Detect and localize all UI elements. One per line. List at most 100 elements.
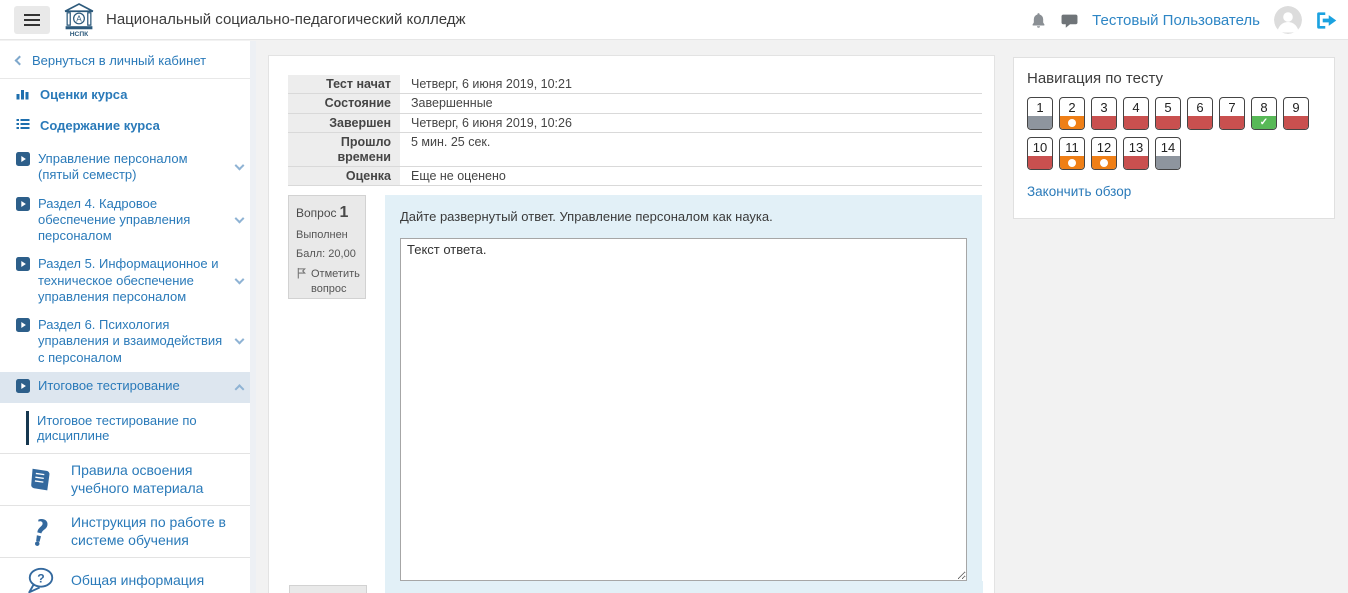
question-nav-number: 10 bbox=[1028, 138, 1052, 156]
question-nav-number: 3 bbox=[1092, 98, 1116, 116]
question-number: Вопрос1 bbox=[296, 204, 358, 222]
logout-icon[interactable] bbox=[1316, 11, 1338, 30]
course-sections-list: Управление персоналом (пятый семестр) Ра… bbox=[0, 145, 256, 403]
question-nav-button[interactable]: 10 bbox=[1027, 137, 1053, 170]
sidebar-item-label: Общая информация bbox=[71, 572, 204, 590]
question-status-indicator bbox=[1252, 116, 1276, 129]
user-menu[interactable]: Тестовый Пользователь bbox=[1092, 12, 1260, 29]
question-nav-number: 4 bbox=[1124, 98, 1148, 116]
sidebar-item-label: Инструкция по работе в системе обучения bbox=[71, 514, 242, 549]
sidebar-item-course-contents[interactable]: Содержание курса bbox=[0, 110, 256, 141]
back-to-dashboard-link[interactable]: Вернуться в личный кабинет bbox=[0, 41, 256, 78]
summary-value: Четверг, 6 июня 2019, 10:21 bbox=[400, 75, 982, 93]
play-icon bbox=[16, 257, 30, 305]
summary-value: 5 мин. 25 сек. bbox=[400, 133, 982, 166]
summary-label: Завершен bbox=[288, 114, 400, 132]
sidebar-section-item[interactable]: Управление персоналом (пятый семестр) bbox=[0, 145, 256, 190]
question-2-info-preview bbox=[289, 585, 367, 593]
sidebar-section-item[interactable]: Итоговое тестирование bbox=[0, 372, 256, 403]
list-icon bbox=[16, 117, 30, 134]
section-label: Итоговое тестирование bbox=[38, 378, 180, 397]
sidebar-subitem-final-test[interactable]: Итоговое тестирование по дисциплине bbox=[26, 411, 240, 445]
question-nav-number: 13 bbox=[1124, 138, 1148, 156]
question-nav-button[interactable]: 2 bbox=[1059, 97, 1085, 130]
question-nav-button[interactable]: 12 bbox=[1091, 137, 1117, 170]
svg-text:НСПК: НСПК bbox=[70, 31, 89, 37]
summary-label: Состояние bbox=[288, 94, 400, 112]
svg-text:А: А bbox=[76, 15, 82, 24]
flag-label: Отметить вопрос bbox=[311, 267, 360, 296]
messages-chat-icon[interactable] bbox=[1061, 12, 1078, 29]
question-nav-button[interactable]: 9 bbox=[1283, 97, 1309, 130]
quiz-navigation-panel: Навигация по тесту 1 2 3 4 bbox=[1013, 57, 1335, 219]
section-label: Управление персоналом (пятый семестр) bbox=[38, 151, 226, 184]
question-buttons-grid: 1 2 3 4 5 bbox=[1027, 97, 1321, 170]
question-nav-button[interactable]: 13 bbox=[1123, 137, 1149, 170]
avatar[interactable] bbox=[1274, 6, 1302, 34]
question-nav-number: 5 bbox=[1156, 98, 1180, 116]
question-nav-number: 8 bbox=[1252, 98, 1276, 116]
chevron-toggle-icon bbox=[235, 274, 245, 284]
question-2-content-preview bbox=[386, 581, 983, 593]
question-info-box: Вопрос1 Выполнен Балл: 20,00 Отметить во… bbox=[288, 195, 366, 299]
summary-row: Прошло времени 5 мин. 25 сек. bbox=[288, 133, 982, 167]
question-nav-number: 1 bbox=[1028, 98, 1052, 116]
question-nav-button[interactable]: 11 bbox=[1059, 137, 1085, 170]
question-status-indicator bbox=[1188, 116, 1212, 129]
sidebar-item-label: Содержание курса bbox=[40, 118, 160, 133]
hamburger-menu-button[interactable] bbox=[14, 6, 50, 34]
header-right: Тестовый Пользователь bbox=[1030, 0, 1338, 40]
finish-review-link[interactable]: Закончить обзор bbox=[1027, 184, 1131, 199]
summary-row: Завершен Четверг, 6 июня 2019, 10:26 bbox=[288, 114, 982, 133]
play-icon bbox=[16, 197, 30, 245]
sidebar-item-label: Правила освоения учебного материала bbox=[71, 462, 242, 497]
question-status-indicator bbox=[1092, 116, 1116, 129]
question-points: Балл: 20,00 bbox=[296, 248, 358, 260]
svg-text:?: ? bbox=[37, 571, 44, 585]
summary-row: Тест начат Четверг, 6 июня 2019, 10:21 bbox=[288, 75, 982, 94]
sidebar-section-item[interactable]: Раздел 4. Кадровое обеспечение управлени… bbox=[0, 190, 256, 251]
sidebar-item-course-grades[interactable]: Оценки курса bbox=[0, 79, 256, 110]
question-nav-button[interactable]: 4 bbox=[1123, 97, 1149, 130]
section-label: Раздел 4. Кадровое обеспечение управлени… bbox=[38, 196, 226, 245]
question-nav-number: 14 bbox=[1156, 138, 1180, 156]
question-status-indicator bbox=[1028, 156, 1052, 169]
question-nav-button[interactable]: 1 bbox=[1027, 97, 1053, 130]
question-nav-button[interactable]: 8 bbox=[1251, 97, 1277, 130]
sidebar-item-lms-instructions[interactable]: Инструкция по работе в системе обучения bbox=[0, 505, 256, 557]
question-bubble-icon: ? bbox=[26, 566, 56, 593]
sidebar-section-item[interactable]: Раздел 5. Информационное и техническое о… bbox=[0, 250, 256, 311]
sidebar-item-label: Оценки курса bbox=[40, 87, 127, 102]
sidebar-item-general-info[interactable]: ? Общая информация bbox=[0, 557, 256, 593]
question-nav-button[interactable]: 3 bbox=[1091, 97, 1117, 130]
section-label: Раздел 5. Информационное и техническое о… bbox=[38, 256, 226, 305]
question-nav-number: 12 bbox=[1092, 138, 1116, 156]
section-label: Раздел 6. Психология управления и взаимо… bbox=[38, 317, 226, 366]
bar-chart-icon bbox=[16, 86, 30, 103]
summary-value: Четверг, 6 июня 2019, 10:26 bbox=[400, 114, 982, 132]
question-nav-number: 2 bbox=[1060, 98, 1084, 116]
book-icon bbox=[26, 465, 56, 495]
play-icon bbox=[16, 379, 30, 397]
flag-question-link[interactable]: Отметить вопрос bbox=[296, 267, 358, 296]
answer-textarea[interactable]: Текст ответа. bbox=[400, 238, 967, 581]
question-nav-button[interactable]: 14 bbox=[1155, 137, 1181, 170]
question-text: Дайте развернутый ответ. Управление перс… bbox=[400, 209, 967, 224]
summary-label: Прошло времени bbox=[288, 133, 400, 166]
header: А НСПК Национальный социально-педагогиче… bbox=[0, 0, 1348, 40]
question-status-indicator bbox=[1284, 116, 1308, 129]
question-status: Выполнен bbox=[296, 229, 358, 241]
question-1-block: Вопрос1 Выполнен Балл: 20,00 Отметить во… bbox=[288, 195, 975, 593]
sidebar-section-item[interactable]: Раздел 6. Психология управления и взаимо… bbox=[0, 311, 256, 372]
sidebar-item-study-rules[interactable]: Правила освоения учебного материала bbox=[0, 453, 256, 505]
question-nav-number: 6 bbox=[1188, 98, 1212, 116]
summary-value: Завершенные bbox=[400, 94, 982, 112]
sidebar-scrollbar[interactable] bbox=[250, 41, 256, 593]
back-link-label: Вернуться в личный кабинет bbox=[32, 53, 206, 68]
question-nav-button[interactable]: 6 bbox=[1187, 97, 1213, 130]
summary-row: Оценка Еще не оценено bbox=[288, 167, 982, 186]
question-nav-button[interactable]: 5 bbox=[1155, 97, 1181, 130]
flag-icon bbox=[296, 267, 307, 283]
notifications-bell-icon[interactable] bbox=[1030, 12, 1047, 29]
question-nav-button[interactable]: 7 bbox=[1219, 97, 1245, 130]
